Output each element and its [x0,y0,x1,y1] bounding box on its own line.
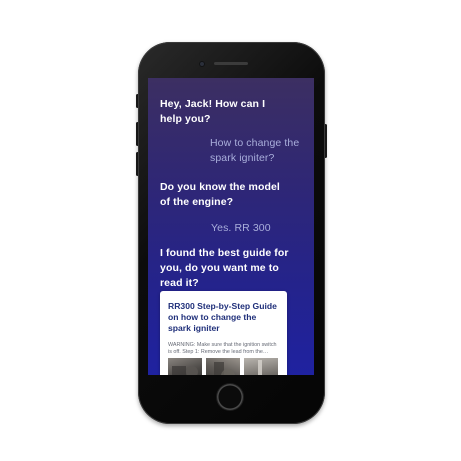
home-button[interactable] [217,384,243,410]
assistant-message: Do you know the model of the engine? [160,181,280,208]
assistant-message: Hey, Jack! How can I help you? [160,98,266,125]
engine-photo-2[interactable] [206,358,240,375]
engine-photo-1[interactable] [168,358,202,375]
assistant-message: I found the best guide for you, do you w… [160,247,289,289]
chat-screen: Hey, Jack! How can I help you? How to ch… [148,78,314,375]
front-camera-icon [199,61,205,67]
user-message: Yes. RR 300 [211,222,271,234]
engine-photo-3[interactable] [244,358,278,375]
user-message: How to change the spark igniter? [210,137,300,164]
mockup-stage: Hey, Jack! How can I help you? How to ch… [0,0,461,461]
guide-thumbnails [168,358,282,375]
guide-card-title[interactable]: RR300 Step-by-Step Guide on how to chang… [168,301,280,334]
earpiece-speaker [214,62,248,65]
guide-card-snippet: WARNING: Make sure that the ignition swi… [168,342,277,355]
guide-card[interactable]: RR300 Step-by-Step Guide on how to chang… [160,291,287,375]
